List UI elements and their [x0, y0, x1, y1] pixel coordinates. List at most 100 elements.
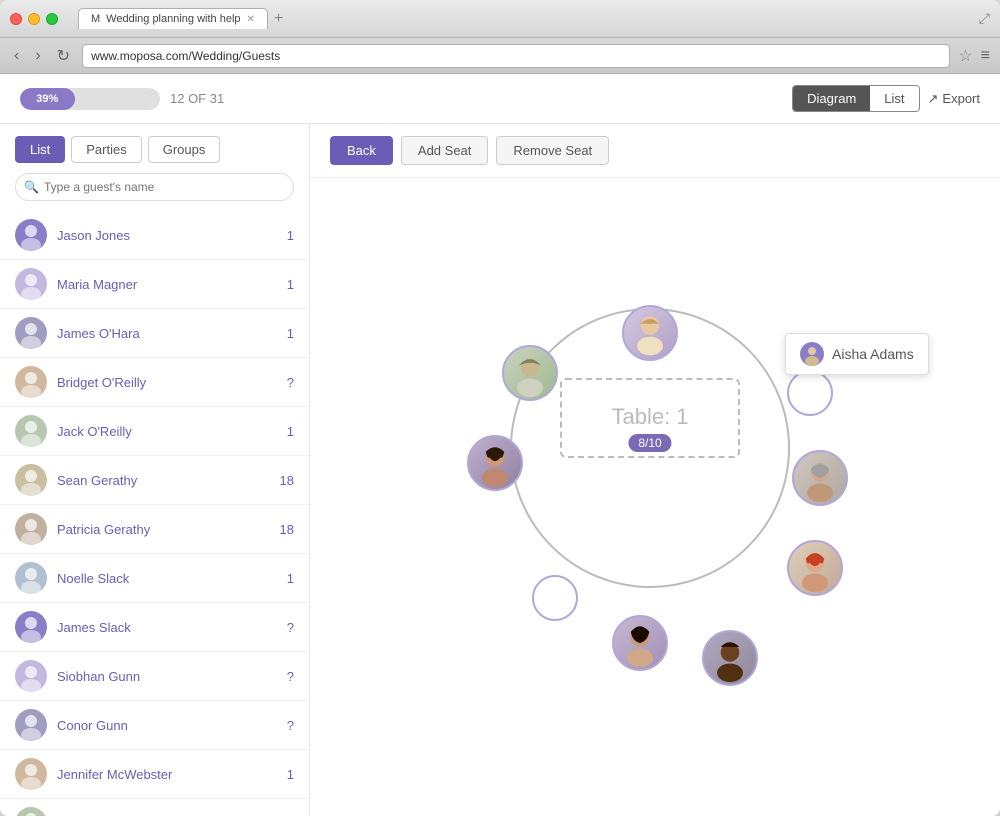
list-item[interactable]: Patricia Gerathy 18	[0, 505, 309, 554]
tab-bar: M Wedding planning with help ✕ +	[78, 8, 979, 29]
guest-list: Jason Jones 1 Maria Magner 1 James O'Har…	[0, 211, 309, 816]
seat-1[interactable]	[622, 305, 678, 361]
guest-name: James Slack	[57, 620, 287, 635]
seat-person-6	[702, 630, 758, 686]
guest-name: Jack O'Reilly	[57, 424, 287, 439]
guest-count: ?	[287, 669, 294, 684]
guest-count: 1	[287, 424, 294, 439]
export-button[interactable]: ↗ Export	[928, 91, 980, 107]
close-button[interactable]	[10, 13, 22, 25]
guest-name: James O'Hara	[57, 326, 287, 341]
minimize-button[interactable]	[28, 13, 40, 25]
guest-count: 18	[280, 473, 294, 488]
avatar	[15, 513, 47, 545]
guest-count: ?	[287, 620, 294, 635]
avatar	[15, 268, 47, 300]
list-item[interactable]: Jack O'Reilly 1	[0, 407, 309, 456]
seat-person-5	[612, 615, 668, 671]
tab-close-icon[interactable]: ✕	[247, 14, 255, 25]
list-item[interactable]: James O'Hara 1	[0, 309, 309, 358]
menu-icon[interactable]: ≡	[981, 47, 990, 65]
top-bar: 39% 12 OF 31 Diagram List ↗ Export	[0, 74, 1000, 124]
progress-container: 39% 12 OF 31	[20, 88, 224, 110]
tab-groups[interactable]: Groups	[148, 136, 221, 163]
back-button[interactable]: Back	[330, 136, 393, 165]
avatar	[15, 562, 47, 594]
seat-9[interactable]	[787, 540, 843, 596]
top-bar-right: Diagram List ↗ Export	[792, 85, 980, 112]
list-item[interactable]: Sean Gerathy 18	[0, 456, 309, 505]
guest-name: Conor Gunn	[57, 718, 287, 733]
back-button[interactable]: ‹	[10, 45, 23, 67]
guest-count: 1	[287, 228, 294, 243]
browser-tab[interactable]: M Wedding planning with help ✕	[78, 8, 268, 29]
avatar	[15, 464, 47, 496]
guest-name: Maria Magner	[57, 277, 287, 292]
list-item[interactable]: Noelle Slack 1	[0, 554, 309, 603]
app-content: 39% 12 OF 31 Diagram List ↗ Export	[0, 74, 1000, 816]
seat-8[interactable]	[792, 450, 848, 506]
avatar	[15, 611, 47, 643]
seat-person-1	[622, 305, 678, 361]
avatar	[15, 317, 47, 349]
tab-favicon: M	[91, 13, 100, 25]
guest-count: ?	[287, 375, 294, 390]
avatar	[15, 709, 47, 741]
tab-list[interactable]: List	[15, 136, 65, 163]
diagram-view-button[interactable]: Diagram	[793, 86, 870, 111]
traffic-lights	[10, 13, 58, 25]
list-item[interactable]: Siobhan Gunn ?	[0, 652, 309, 701]
export-label: Export	[942, 91, 980, 106]
seat-7-empty[interactable]	[787, 370, 833, 416]
remove-seat-button[interactable]: Remove Seat	[496, 136, 609, 165]
tooltip-name: Aisha Adams	[832, 346, 914, 362]
table-label: Table: 1 8/10	[611, 404, 688, 452]
list-item[interactable]: James Slack ?	[0, 603, 309, 652]
list-item[interactable]: Jennifer McWebster 1	[0, 750, 309, 799]
table-count-badge: 8/10	[628, 434, 671, 452]
seat-2[interactable]	[502, 345, 558, 401]
forward-button[interactable]: ›	[31, 45, 44, 67]
tab-parties[interactable]: Parties	[71, 136, 141, 163]
search-icon: 🔍	[24, 180, 39, 194]
progress-bar-fill: 39%	[20, 88, 75, 110]
avatar	[15, 415, 47, 447]
progress-label: 12 OF 31	[170, 91, 224, 106]
expand-icon[interactable]: ⤢	[979, 10, 990, 27]
list-item[interactable]: Conor Gunn ?	[0, 701, 309, 750]
guest-name: Siobhan Gunn	[57, 669, 287, 684]
address-bar: ‹ › ↻ ☆ ≡	[0, 38, 1000, 74]
maximize-button[interactable]	[46, 13, 58, 25]
tooltip-popup: Aisha Adams	[785, 333, 929, 375]
seat-6[interactable]	[702, 630, 758, 686]
avatar	[15, 660, 47, 692]
refresh-button[interactable]: ↻	[53, 44, 74, 68]
seat-5[interactable]	[612, 615, 668, 671]
guest-name: Sean Gerathy	[57, 473, 280, 488]
new-tab-button[interactable]: +	[268, 10, 289, 28]
seat-4-empty[interactable]	[532, 575, 578, 621]
guest-name: Noelle Slack	[57, 571, 287, 586]
tab-title: Wedding planning with help	[106, 13, 240, 25]
url-input[interactable]	[82, 44, 950, 68]
progress-percent: 39%	[36, 93, 58, 105]
diagram-area: Back Add Seat Remove Seat Table: 1 8/10	[310, 124, 1000, 816]
seat-person-8	[792, 450, 848, 506]
list-item[interactable]: Maria Magner 1	[0, 260, 309, 309]
list-item[interactable]: Jason Jones 1	[0, 211, 309, 260]
list-item[interactable]: Dermot McWebster ?	[0, 799, 309, 816]
diagram-canvas: Table: 1 8/10	[310, 178, 1000, 816]
list-item[interactable]: Bridget O'Reilly ?	[0, 358, 309, 407]
guest-count: ?	[287, 718, 294, 733]
view-toggle: Diagram List	[792, 85, 919, 112]
bookmark-icon[interactable]: ☆	[958, 46, 972, 66]
list-view-button[interactable]: List	[870, 86, 918, 111]
guest-count: 1	[287, 767, 294, 782]
seat-3[interactable]	[467, 435, 523, 491]
search-box: 🔍	[15, 173, 294, 201]
search-input[interactable]	[15, 173, 294, 201]
add-seat-button[interactable]: Add Seat	[401, 136, 489, 165]
guest-name: Jennifer McWebster	[57, 767, 287, 782]
export-icon: ↗	[928, 91, 939, 107]
guest-count: 1	[287, 326, 294, 341]
